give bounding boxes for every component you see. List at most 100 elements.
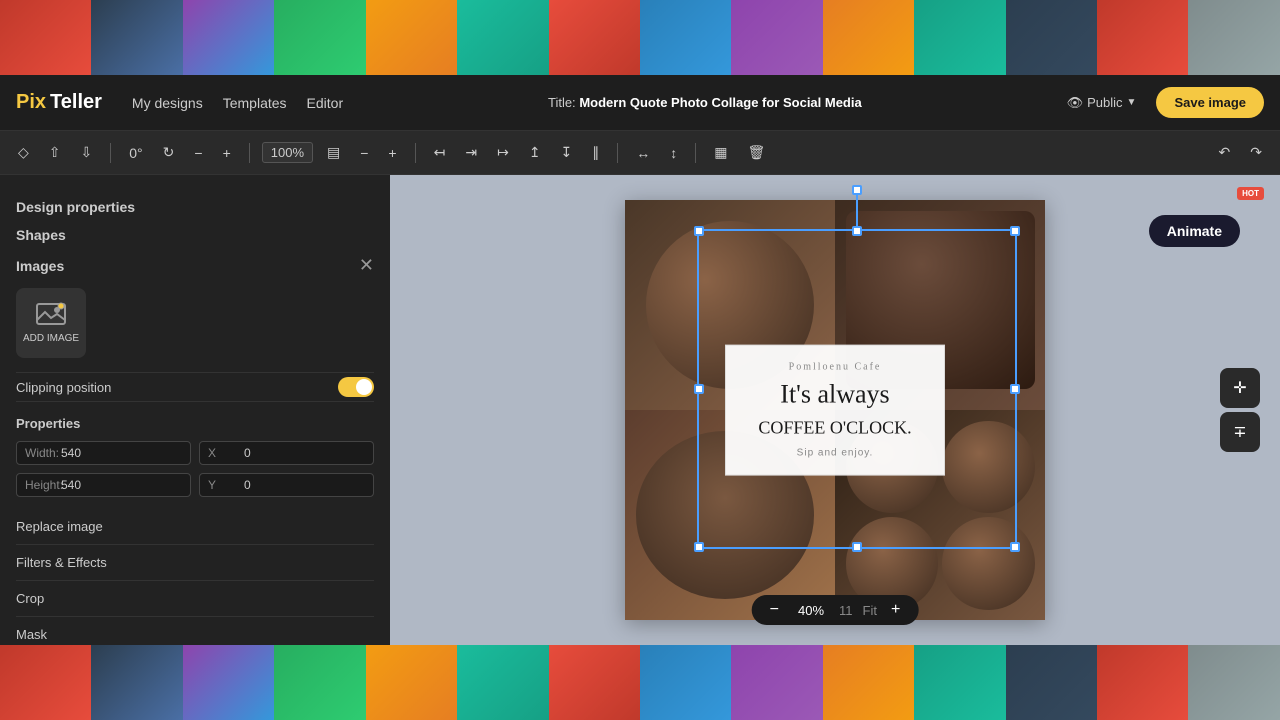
clipping-label: Clipping position: [16, 380, 111, 395]
bottom-banner-img-11: [914, 645, 1005, 720]
width-field: Width:: [16, 441, 191, 465]
separator-5: [695, 143, 696, 163]
text-overlay[interactable]: Pomlloenu Cafe It's always COFFEE O'CLOC…: [725, 345, 945, 476]
chevron-down-icon: ▼: [1127, 97, 1137, 108]
layer-down-button[interactable]: ∓: [1220, 412, 1260, 452]
flip-h-icon[interactable]: ↔: [630, 141, 656, 165]
bottom-banner: [0, 645, 1280, 720]
toolbar: ◇ ⇧ ⇩ 0° ↻ − + 100% ▤ − + ↤ ⇥ ↦ ↥ ↧ ∥ ↔ …: [0, 131, 1280, 175]
filters-effects-button[interactable]: Filters & Effects: [16, 545, 374, 581]
save-image-button[interactable]: Save image: [1156, 87, 1264, 118]
layer-up-button[interactable]: ✛: [1220, 368, 1260, 408]
move-down-icon[interactable]: ⇩: [75, 140, 99, 165]
crop-button[interactable]: Crop: [16, 581, 374, 617]
design-canvas[interactable]: Pomlloenu Cafe It's always COFFEE O'CLOC…: [625, 200, 1045, 620]
group-icon[interactable]: ▦: [708, 140, 733, 165]
bottom-banner-img-9: [731, 645, 822, 720]
align-right-icon[interactable]: ↦: [491, 140, 515, 165]
mask-button[interactable]: Mask: [16, 617, 374, 645]
animate-button[interactable]: Animate: [1149, 215, 1240, 247]
zoom-grid-icon[interactable]: ▤: [321, 140, 346, 165]
images-close-button[interactable]: ✕: [359, 255, 374, 276]
left-panel: Design properties Shapes Images ✕ ADD IM…: [0, 175, 390, 645]
banner-img-4: [274, 0, 365, 75]
separator-2: [249, 143, 250, 163]
bottom-banner-img-6: [457, 645, 548, 720]
add-image-text: ADD IMAGE: [23, 333, 79, 344]
top-banner: [0, 0, 1280, 75]
bottom-banner-img-8: [640, 645, 731, 720]
visibility-toggle[interactable]: 👁 Public ▼: [1067, 95, 1137, 111]
zoom-in-button[interactable]: +: [887, 601, 904, 619]
y-field: Y: [199, 473, 374, 497]
bottom-banner-img-3: [183, 645, 274, 720]
minus-icon[interactable]: −: [188, 141, 208, 165]
title-value[interactable]: Modern Quote Photo Collage for Social Me…: [579, 95, 861, 110]
align-left-icon[interactable]: ↤: [428, 140, 452, 165]
separator-3: [415, 143, 416, 163]
banner-img-9: [731, 0, 822, 75]
zoom-minus-icon[interactable]: −: [354, 141, 374, 165]
align-top-icon[interactable]: ↥: [523, 140, 547, 165]
separator-1: [110, 143, 111, 163]
mini-cup-2: [942, 421, 1035, 514]
nav-templates[interactable]: Templates: [223, 95, 287, 111]
bottom-banner-img-12: [1006, 645, 1097, 720]
clipping-toggle[interactable]: [338, 377, 374, 397]
bottom-banner-img-1: [0, 645, 91, 720]
banner-img-7: [549, 0, 640, 75]
delete-icon[interactable]: 🗑: [742, 140, 772, 165]
canvas-area[interactable]: Animate HOT: [390, 175, 1280, 645]
distribute-icon[interactable]: ∥: [586, 140, 605, 165]
banner-img-10: [823, 0, 914, 75]
move-up-icon[interactable]: ⇧: [43, 140, 67, 165]
images-header: Images ✕: [16, 255, 374, 276]
align-bottom-icon[interactable]: ↧: [555, 140, 579, 165]
zoom-page: 11: [839, 603, 853, 618]
banner-img-5: [366, 0, 457, 75]
align-center-icon[interactable]: ⇥: [459, 140, 483, 165]
visibility-label: Public: [1087, 95, 1122, 110]
x-field: X: [199, 441, 374, 465]
x-label: X: [208, 446, 238, 460]
add-image-button[interactable]: ADD IMAGE: [16, 288, 86, 358]
redo-icon[interactable]: ↷: [1244, 140, 1268, 165]
banner-img-12: [1006, 0, 1097, 75]
nav-editor[interactable]: Editor: [307, 95, 344, 111]
logo-pix: Pix: [16, 91, 46, 114]
flip-v-icon[interactable]: ↕: [664, 141, 683, 165]
x-input[interactable]: [244, 446, 365, 460]
editor-container: PixTeller My designs Templates Editor Ti…: [0, 75, 1280, 645]
cafe-name: Pomlloenu Cafe: [750, 362, 920, 373]
banner-img-6: [457, 0, 548, 75]
y-input[interactable]: [244, 478, 365, 492]
height-input[interactable]: [61, 478, 182, 492]
bottom-banner-img-5: [366, 645, 457, 720]
banner-img-13: [1097, 0, 1188, 75]
replace-image-button[interactable]: Replace image: [16, 509, 374, 545]
zoom-plus-icon[interactable]: +: [382, 141, 402, 165]
banner-img-2: [91, 0, 182, 75]
shapes-label: Shapes: [16, 227, 374, 243]
design-properties-title: Design properties: [16, 199, 374, 215]
banner-img-8: [640, 0, 731, 75]
clipping-position-row: Clipping position: [16, 372, 374, 402]
mini-cup-4: [942, 517, 1035, 610]
zoom-display: 100%: [262, 142, 313, 163]
undo-icon[interactable]: ↶: [1213, 140, 1237, 165]
rotate-icon[interactable]: ↻: [157, 140, 181, 165]
images-label: Images: [16, 258, 64, 274]
layer-icon[interactable]: ◇: [12, 140, 35, 165]
banner-img-1: [0, 0, 91, 75]
logo: PixTeller: [16, 91, 102, 114]
selection-handle-top-center[interactable]: [852, 185, 862, 195]
banner-img-14: [1188, 0, 1279, 75]
banner-img-11: [914, 0, 1005, 75]
height-field: Height:: [16, 473, 191, 497]
zoom-out-button[interactable]: −: [766, 601, 783, 619]
nav-my-designs[interactable]: My designs: [132, 95, 203, 111]
plus-icon[interactable]: +: [217, 141, 237, 165]
zoom-fit[interactable]: Fit: [863, 603, 877, 618]
rotate-value: 0°: [123, 141, 148, 165]
width-input[interactable]: [61, 446, 182, 460]
